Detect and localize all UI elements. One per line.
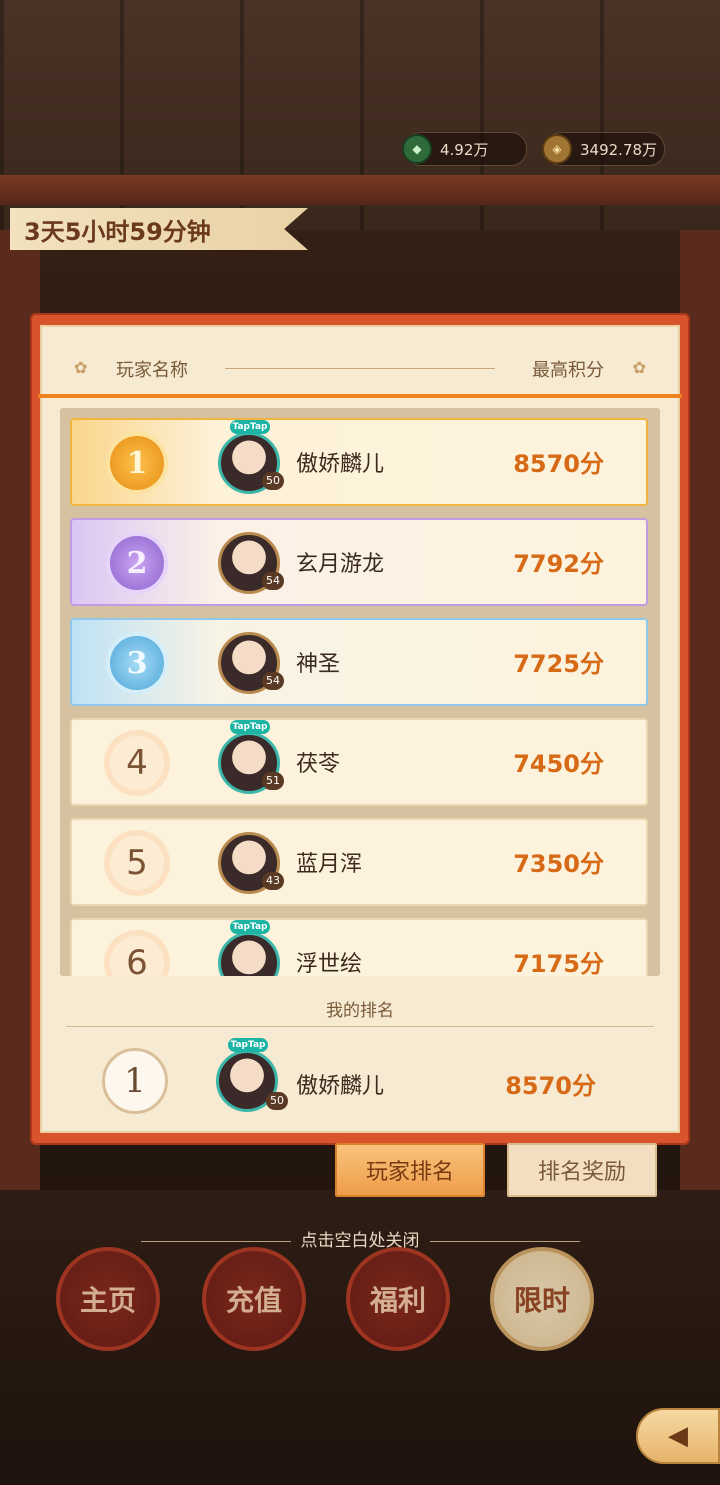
taptap-badge: TapTap [228,1038,268,1052]
player-name: 玄月游龙 [296,552,385,577]
player-score: 7792分 [513,550,604,578]
header-divider [225,368,495,369]
currency-copper[interactable]: ◈ 3492.78万 [542,132,665,166]
my-rank-title: 我的排名 [326,1001,394,1021]
level-badge: 50 [266,1092,288,1110]
player-score: 7350分 [513,850,604,878]
nav-charge-button[interactable]: 充值 [202,1247,306,1351]
my-rank-row: 1 TapTap 50 傲娇麟儿 8570分 [60,1036,660,1132]
hint-line-left [140,1240,291,1242]
taptap-badge: TapTap [230,920,270,934]
player-score: 7725分 [513,650,604,678]
ranking-list[interactable]: 1 TapTap 50 傲娇麟儿 8570分 2 54 玄月游龙 7792分 3… [60,408,660,976]
currency-jade[interactable]: ◆ 4.92万 [402,132,527,166]
rank-number: 5 [110,836,164,890]
header-best-score: 最高积分 [532,360,604,381]
avatar[interactable] [218,932,280,976]
ranking-header: ✿ 玩家名称 最高积分 ✿ [40,340,680,396]
player-name: 傲娇麟儿 [296,452,385,477]
level-badge: 43 [262,872,284,890]
jade-coin-icon: ◆ [402,134,432,164]
ranking-row[interactable]: 6 TapTap 浮世绘 7175分 [70,918,648,976]
taptap-badge: TapTap [230,420,270,434]
taptap-badge: TapTap [230,720,270,734]
ranking-row[interactable]: 4 TapTap 51 茯苓 7450分 [70,718,648,806]
level-badge: 51 [262,772,284,790]
player-score: 8570分 [513,450,604,478]
rank-number: 6 [110,936,164,976]
tab-player-rank[interactable]: 玩家排名 [335,1143,485,1197]
ranking-row[interactable]: 1 TapTap 50 傲娇麟儿 8570分 [70,418,648,506]
player-score: 8570分 [505,1072,596,1100]
gold-medal-icon: 1 [110,436,164,490]
player-name: 浮世绘 [296,952,363,976]
back-arrow-icon: ◀ [668,1421,688,1451]
nav-benefit-button[interactable]: 福利 [346,1247,450,1351]
ranking-row[interactable]: 3 54 神圣 7725分 [70,618,648,706]
player-name: 蓝月浑 [296,852,363,877]
flower-icon: ✿ [74,358,88,377]
player-score: 7175分 [513,950,604,976]
nav-home-button[interactable]: 主页 [56,1247,160,1351]
copper-coin-icon: ◈ [542,134,572,164]
hint-line-right [429,1240,580,1242]
background-beam [0,175,720,205]
currency-copper-value: 3492.78万 [580,140,658,159]
flower-icon: ✿ [632,358,646,377]
silver-medal-icon: 2 [110,536,164,590]
back-button[interactable]: ◀ [636,1408,720,1464]
nav-limited-button[interactable]: 限时 [490,1247,594,1351]
level-badge: 50 [262,472,284,490]
currency-jade-value: 4.92万 [440,140,489,159]
player-score: 7450分 [513,750,604,778]
tab-rank-reward[interactable]: 排名奖励 [507,1143,657,1197]
ranking-row[interactable]: 2 54 玄月游龙 7792分 [70,518,648,606]
rank-number: 4 [110,736,164,790]
level-badge: 54 [262,572,284,590]
player-name: 茯苓 [296,752,341,777]
my-rank-number: 1 [102,1048,168,1114]
event-timer: 3天5小时59分钟 [10,208,308,250]
bronze-medal-icon: 3 [110,636,164,690]
my-rank-divider [66,1026,654,1027]
level-badge: 54 [262,672,284,690]
player-name: 傲娇麟儿 [296,1074,385,1099]
player-name: 神圣 [296,652,341,677]
header-player-name: 玩家名称 [116,360,188,381]
ranking-row[interactable]: 5 43 蓝月浑 7350分 [70,818,648,906]
header-underline [38,394,682,398]
